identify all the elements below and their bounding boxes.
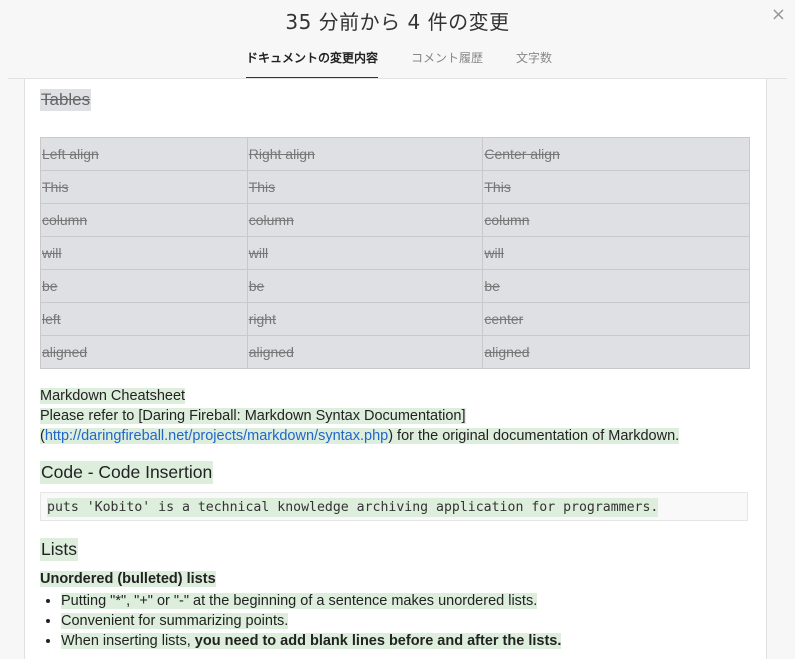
table-header-cell: Right align xyxy=(246,137,484,171)
table-cell: will xyxy=(246,236,484,270)
deleted-heading-tables: Tables xyxy=(40,89,92,111)
lists-heading: Lists xyxy=(40,538,78,561)
table-cell: will xyxy=(482,236,750,270)
modal-title: 35 分前から 4 件の変更 xyxy=(285,10,510,34)
tab-bar: ドキュメントの変更内容 コメント履歴 文字数 xyxy=(0,46,795,79)
unordered-lists-subheading: Unordered (bulleted) lists xyxy=(40,571,216,587)
table-cell: be xyxy=(482,269,750,303)
table-cell: aligned xyxy=(482,335,750,369)
cheatsheet-line-end: ) for the original documentation of Mark… xyxy=(388,428,680,444)
table-row: This This This xyxy=(40,170,750,204)
table-row: column column column xyxy=(40,203,750,237)
table-cell: be xyxy=(246,269,484,303)
code-inline-part: puts 'Kobito' xyxy=(47,498,151,517)
code-heading: Code - Code Insertion xyxy=(40,461,214,484)
table-cell: This xyxy=(482,170,750,204)
table-header-row: Left align Right align Center align xyxy=(40,137,750,171)
table-row: be be be xyxy=(40,269,750,303)
table-cell: aligned xyxy=(246,335,484,369)
background-left xyxy=(0,79,24,659)
table-cell: column xyxy=(246,203,484,237)
code-block: puts 'Kobito' is a technical knowledge a… xyxy=(40,492,748,521)
cheatsheet-line: Please refer to [Daring Fireball: Markdo… xyxy=(40,408,466,424)
tab-document-changes[interactable]: ドキュメントの変更内容 xyxy=(246,46,378,79)
table-cell: right xyxy=(246,302,484,336)
background-right xyxy=(766,79,795,659)
table-cell: column xyxy=(40,203,248,237)
table-row: aligned aligned aligned xyxy=(40,335,750,369)
table-row: left right center xyxy=(40,302,750,336)
list-item: Convenient for summarizing points. xyxy=(61,611,561,631)
table-header-cell: Left align xyxy=(40,137,248,171)
cheatsheet-paragraph: Markdown Cheatsheet Please refer to [Dar… xyxy=(40,386,760,446)
syntax-doc-link[interactable]: http://daringfireball.net/projects/markd… xyxy=(45,428,388,444)
cheatsheet-title: Markdown Cheatsheet xyxy=(40,388,186,404)
list-item: When inserting lists, you need to add bl… xyxy=(61,631,562,651)
modal-header: 35 分前から 4 件の変更 × ドキュメントの変更内容 コメント履歴 文字数 xyxy=(0,0,795,79)
table-cell: be xyxy=(40,269,248,303)
deleted-table: Left align Right align Center align This… xyxy=(40,137,750,369)
unordered-list: Putting "*", "+" or "-" at the beginning… xyxy=(40,591,562,651)
table-cell: center xyxy=(482,302,750,336)
table-cell: left xyxy=(40,302,248,336)
close-icon[interactable]: × xyxy=(771,4,786,25)
table-header-cell: Center align xyxy=(482,137,750,171)
code-inline-rest: is a technical knowledge archiving appli… xyxy=(150,498,659,517)
table-cell: column xyxy=(482,203,750,237)
table-cell: will xyxy=(40,236,248,270)
table-cell: aligned xyxy=(40,335,248,369)
list-item: Putting "*", "+" or "-" at the beginning… xyxy=(61,591,561,611)
tab-comment-history[interactable]: コメント履歴 xyxy=(410,46,484,77)
tab-character-count[interactable]: 文字数 xyxy=(515,46,553,77)
table-cell: This xyxy=(246,170,484,204)
table-row: will will will xyxy=(40,236,750,270)
table-cell: This xyxy=(40,170,248,204)
